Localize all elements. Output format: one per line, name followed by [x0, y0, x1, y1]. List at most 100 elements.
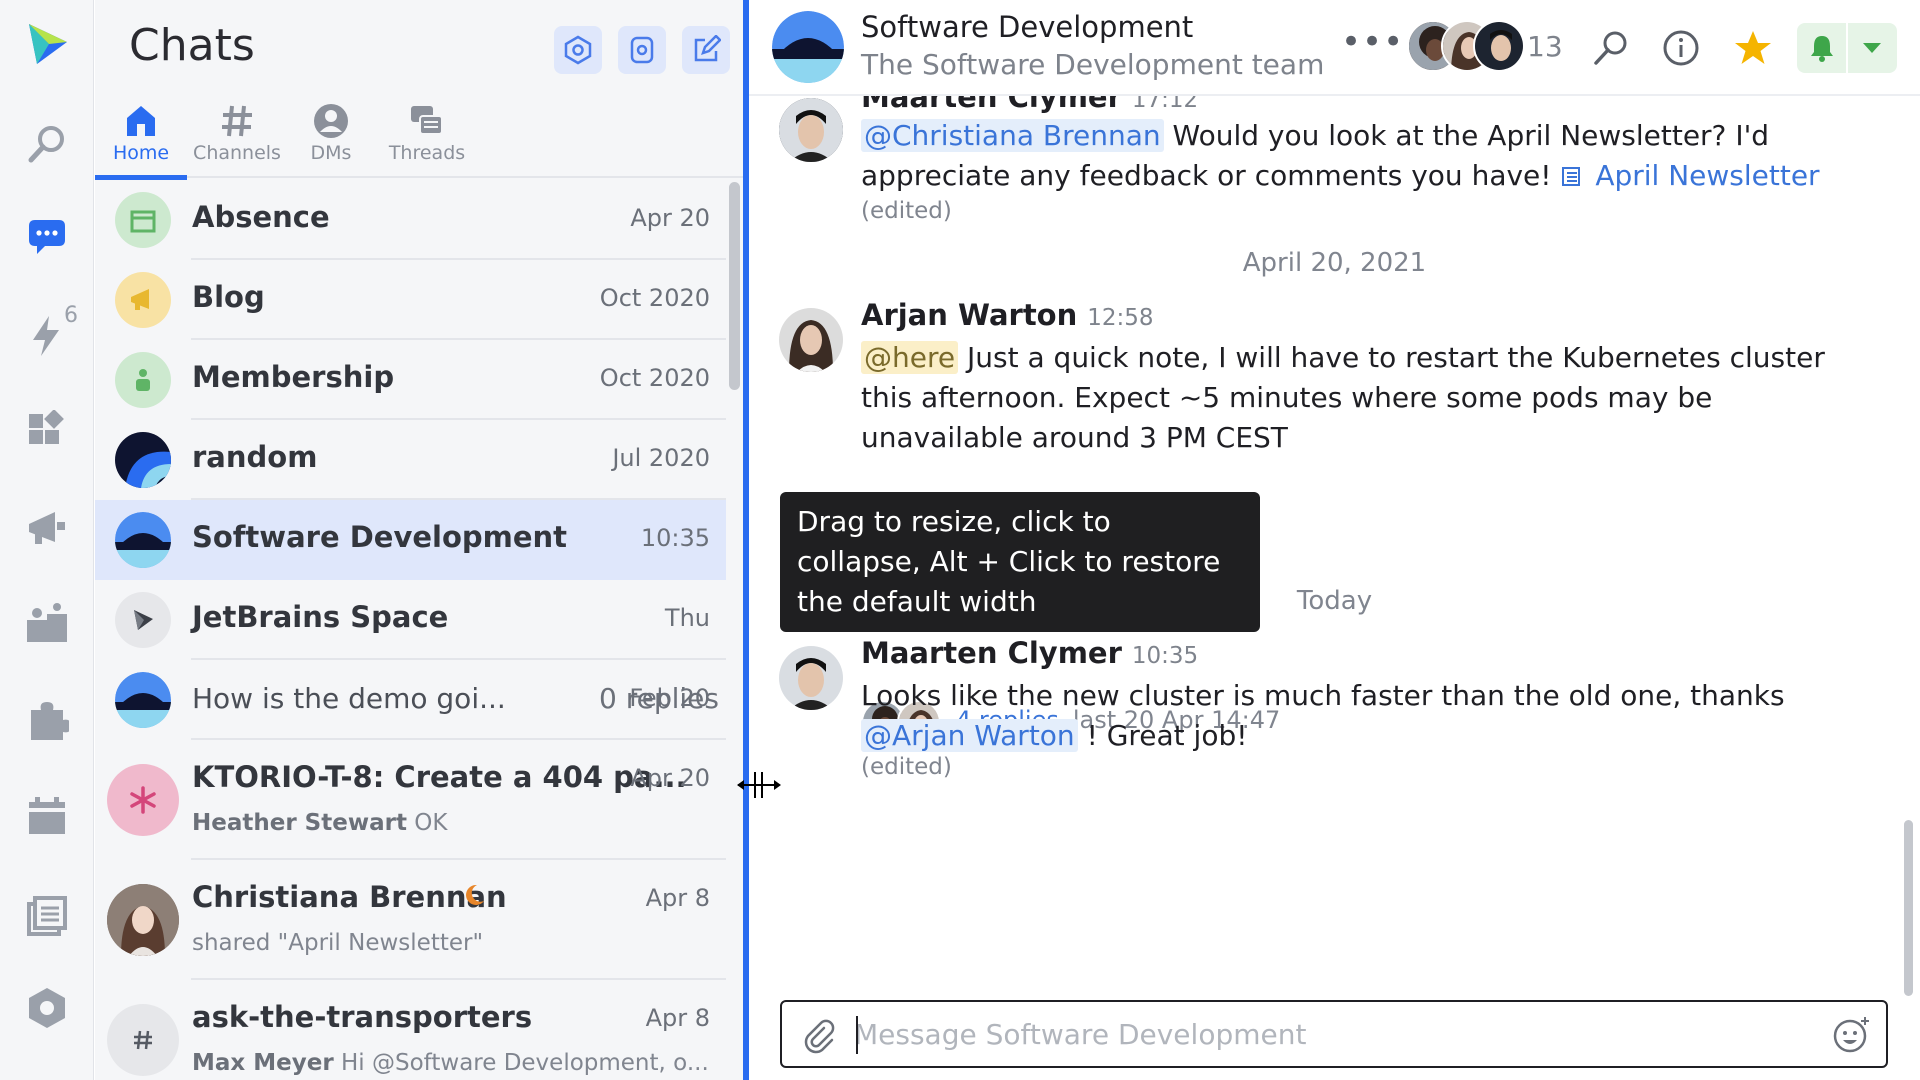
- resize-cursor-icon: [737, 772, 781, 798]
- channel-avatar: [772, 11, 844, 83]
- chat-name: JetBrains Space: [192, 600, 449, 634]
- home-icon: [127, 106, 155, 136]
- avatar: [107, 884, 179, 956]
- preview-author: Heather Stewart: [192, 810, 407, 836]
- message-author[interactable]: Arjan Warton: [861, 298, 1077, 332]
- chat-list-item-ktorio[interactable]: KTORIO-T-8: Create a 404 pa... Apr 20 He…: [95, 740, 726, 860]
- chevron-down-icon[interactable]: [1848, 23, 1897, 73]
- message-text: Just a quick note, I will have to restar…: [861, 341, 1825, 454]
- chat-preview: Max Meyer Hi @Software Development, o...: [192, 1050, 709, 1076]
- space-logo-icon: [115, 592, 171, 648]
- chat-preview: Heather Stewart OK: [192, 810, 447, 836]
- documents-icon[interactable]: [21, 890, 73, 942]
- settings-button[interactable]: [554, 26, 602, 74]
- person-icon: [314, 104, 348, 138]
- chat-name: Blog: [192, 280, 265, 314]
- member-count[interactable]: 13: [1527, 30, 1563, 63]
- document-icon: [1560, 159, 1586, 186]
- edited-label: (edited): [861, 198, 952, 224]
- mention-link[interactable]: @Christiana Brennan: [861, 119, 1164, 152]
- resize-tooltip: Drag to resize, click to collapse, Alt +…: [780, 492, 1260, 632]
- megaphone-icon[interactable]: [21, 502, 73, 554]
- chat-list-item-absence[interactable]: Absence Apr 20: [95, 180, 726, 260]
- tab-home[interactable]: Home: [95, 96, 187, 180]
- document-link[interactable]: April Newsletter: [1595, 159, 1819, 192]
- message-time: 10:35: [1131, 643, 1199, 669]
- avatar[interactable]: [779, 98, 843, 162]
- paperclip-icon[interactable]: [798, 1016, 836, 1054]
- calendar-avatar-icon: [115, 192, 171, 248]
- at-sign-icon: [630, 36, 654, 64]
- panel-title: Chats: [129, 20, 255, 71]
- preview-text: OK: [406, 810, 448, 836]
- asterisk-avatar-icon: [107, 764, 179, 836]
- tab-threads-label: Threads: [388, 142, 466, 164]
- mention-link[interactable]: @Arjan Warton: [861, 719, 1078, 752]
- mentions-button[interactable]: [618, 26, 666, 74]
- chat-list-item-jetbrains-space[interactable]: JetBrains Space Thu: [95, 580, 726, 660]
- tab-channels-label: Channels: [193, 142, 281, 164]
- gear-hex-icon: [564, 35, 592, 65]
- message-text: ! Great job!: [1077, 719, 1248, 752]
- chat-date: Apr 8: [645, 1004, 710, 1032]
- edited-label: (edited): [861, 754, 952, 780]
- tab-threads[interactable]: Threads: [381, 96, 473, 178]
- message-author[interactable]: Maarten Clymer: [861, 96, 1122, 114]
- info-icon[interactable]: [1657, 24, 1705, 72]
- chat-name: Christiana Brennan: [192, 880, 507, 914]
- chat-list-item-membership[interactable]: Membership Oct 2020: [95, 340, 726, 420]
- threads-icon: [411, 106, 443, 135]
- notifications-toggle[interactable]: [1797, 23, 1897, 73]
- tab-dms[interactable]: DMs: [285, 96, 377, 178]
- chat-list-item-ask-the-transporters[interactable]: ask-the-transporters Apr 8 Max Meyer Hi …: [95, 980, 726, 1080]
- chats-icon[interactable]: [21, 212, 73, 264]
- team-icon[interactable]: [21, 598, 73, 650]
- puzzle-icon[interactable]: [21, 694, 73, 746]
- search-icon[interactable]: [21, 118, 73, 170]
- chat-list-item-software-development[interactable]: Software Development 10:35: [95, 500, 726, 580]
- app-logo[interactable]: [21, 18, 73, 70]
- chat-name: Absence: [192, 200, 330, 234]
- channel-subtitle: The Software Development team: [861, 48, 1325, 81]
- message-author[interactable]: Maarten Clymer: [861, 636, 1122, 670]
- star-icon[interactable]: [1729, 24, 1777, 72]
- new-message-button[interactable]: [682, 26, 730, 74]
- channel-title: Software Development: [861, 10, 1194, 44]
- message-input[interactable]: [854, 1010, 1794, 1058]
- chat-date: Apr 20: [630, 204, 710, 232]
- avatar[interactable]: [779, 308, 843, 372]
- tab-channels[interactable]: Channels: [191, 96, 283, 178]
- emoji-picker-icon[interactable]: [1830, 1014, 1872, 1056]
- message-text: Looks like the new cluster is much faste…: [861, 679, 1785, 712]
- chat-date: Jul 2020: [612, 444, 710, 472]
- message-list-scrollbar[interactable]: [1904, 820, 1913, 996]
- search-icon[interactable]: [1587, 24, 1635, 72]
- chat-list-item-random[interactable]: random Jul 2020: [95, 420, 726, 500]
- settings-hex-icon[interactable]: [21, 982, 73, 1034]
- thread-preview-text: How is the demo goi...: [192, 682, 506, 715]
- avatar[interactable]: [779, 646, 843, 710]
- chat-name: random: [192, 440, 318, 474]
- chat-name: ask-the-transporters: [192, 1000, 533, 1034]
- hash-avatar-icon: [107, 1004, 179, 1076]
- calendar-icon[interactable]: [21, 790, 73, 842]
- tab-home-label: Home: [112, 142, 170, 164]
- chat-date: 10:35: [640, 524, 710, 552]
- more-options-icon[interactable]: •••: [1341, 22, 1404, 62]
- activity-badge: 6: [64, 303, 78, 328]
- chat-date: Apr 20: [630, 764, 710, 792]
- member-avatars[interactable]: [1407, 20, 1527, 72]
- chat-list-item-thread[interactable]: How is the demo goi... 0 replies Feb 20: [95, 660, 726, 740]
- chat-list-item-christiana-brennan[interactable]: Christiana Brennan Apr 8 shared "April N…: [95, 860, 726, 980]
- chat-list-item-blog[interactable]: Blog Oct 2020: [95, 260, 726, 340]
- message-time: 17:12: [1131, 96, 1199, 113]
- chat-list-scrollbar[interactable]: [729, 182, 740, 390]
- mention-here[interactable]: @here: [861, 341, 959, 374]
- away-moon-icon: [461, 882, 487, 912]
- chat-date: Oct 2020: [599, 284, 710, 312]
- bell-icon[interactable]: [1797, 23, 1846, 73]
- megaphone-avatar-icon: [115, 272, 171, 328]
- channel-avatar: [115, 672, 171, 728]
- dashboard-icon[interactable]: [21, 406, 73, 458]
- chat-date: Apr 8: [645, 884, 710, 912]
